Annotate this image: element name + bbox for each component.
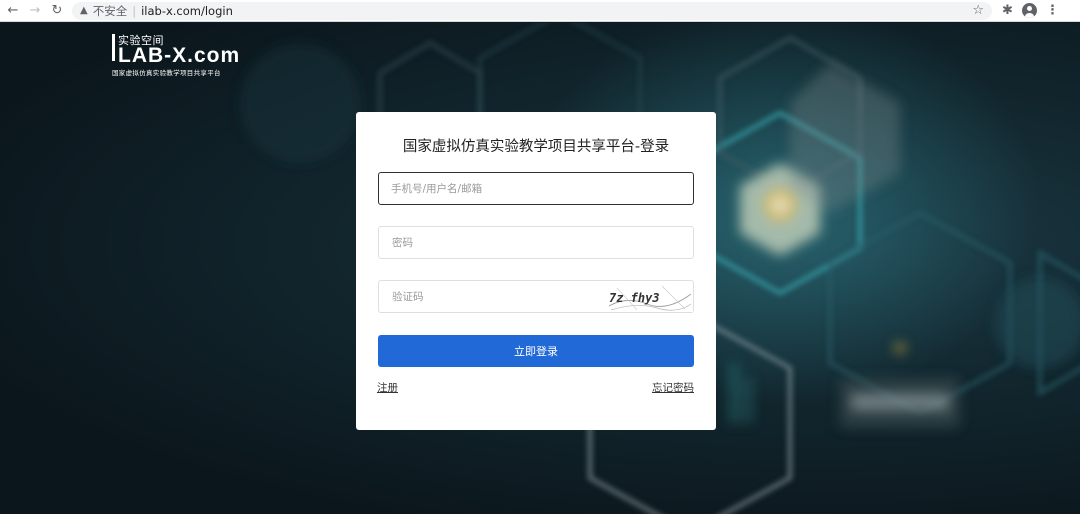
logo-bar xyxy=(112,34,115,61)
browser-toolbar: ← → ↻ ▲ 不安全 | ilab-x.com/login ☆ ✱ ⋮ xyxy=(0,0,1080,22)
arrow-right-icon: → xyxy=(29,3,41,18)
puzzle-icon[interactable]: ✱ xyxy=(1002,3,1013,18)
login-card: 国家虚拟仿真实验教学项目共享平台-登录 7z fhy3 立即登录 注册 忘记密码 xyxy=(356,112,716,430)
url-text: ilab-x.com/login xyxy=(141,3,233,18)
forgot-password-link[interactable]: 忘记密码 xyxy=(652,380,694,395)
arrow-left-icon: ← xyxy=(7,3,19,18)
address-bar[interactable]: ▲ 不安全 | ilab-x.com/login ☆ xyxy=(72,1,992,20)
reload-icon: ↻ xyxy=(51,3,63,18)
account-icon[interactable] xyxy=(1021,3,1037,18)
username-field[interactable] xyxy=(378,172,694,205)
logo-subtitle: 国家虚拟仿真实验教学项目共享平台 xyxy=(112,69,221,77)
address-separator: | xyxy=(132,3,137,18)
password-field[interactable] xyxy=(378,226,694,259)
captcha-text: 7z fhy3 xyxy=(609,291,660,305)
login-title: 国家虚拟仿真实验教学项目共享平台-登录 xyxy=(402,139,670,155)
username-input[interactable] xyxy=(391,182,693,195)
warning-icon: ▲ xyxy=(80,5,88,16)
logo-brand: LAB-X.com xyxy=(118,44,241,67)
captcha-field[interactable]: 7z fhy3 xyxy=(378,280,694,313)
security-label: 不安全 xyxy=(92,3,128,18)
register-link[interactable]: 注册 xyxy=(377,380,398,395)
captcha-image[interactable]: 7z fhy3 xyxy=(607,282,693,312)
site-logo[interactable]: 实验空间 LAB-X.com 国家虚拟仿真实验教学项目共享平台 xyxy=(112,32,240,77)
kebab-menu-icon[interactable]: ⋮ xyxy=(1046,3,1059,18)
reload-button[interactable]: ↻ xyxy=(48,2,66,20)
back-button[interactable]: ← xyxy=(4,2,22,20)
star-icon[interactable]: ☆ xyxy=(972,3,984,18)
forward-button[interactable]: → xyxy=(26,2,44,20)
password-input[interactable] xyxy=(392,236,693,249)
captcha-input[interactable] xyxy=(392,290,592,303)
login-button[interactable]: 立即登录 xyxy=(378,335,694,367)
